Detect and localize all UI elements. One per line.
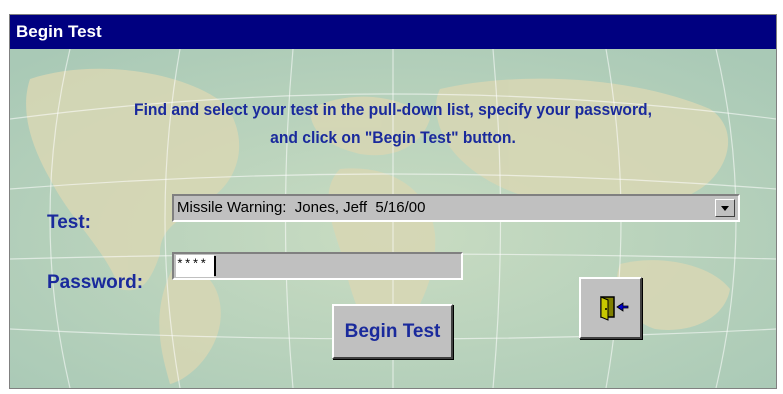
begin-test-button[interactable]: Begin Test: [332, 304, 453, 359]
instructions-line-2: and click on "Begin Test" button.: [270, 128, 516, 147]
window-title: Begin Test: [10, 15, 776, 49]
instructions-line-1: Find and select your test in the pull-do…: [134, 100, 652, 119]
test-label: Test:: [47, 212, 91, 233]
instructions-text: Find and select your test in the pull-do…: [41, 96, 746, 152]
dropdown-arrow-icon[interactable]: [715, 199, 735, 217]
exit-button[interactable]: [579, 277, 642, 339]
exit-door-icon: [600, 296, 629, 321]
text-caret: [214, 256, 216, 276]
password-label: Password:: [47, 272, 144, 293]
form-area: Find and select your test in the pull-do…: [10, 49, 776, 388]
test-select-value: Missile Warning: Jones, Jeff 5/16/00: [177, 199, 426, 216]
password-value: ****: [176, 255, 214, 277]
begin-test-window: Begin Test Find and select your test in …: [9, 14, 777, 389]
test-select[interactable]: Missile Warning: Jones, Jeff 5/16/00: [172, 194, 740, 222]
password-field[interactable]: ****: [172, 252, 463, 280]
